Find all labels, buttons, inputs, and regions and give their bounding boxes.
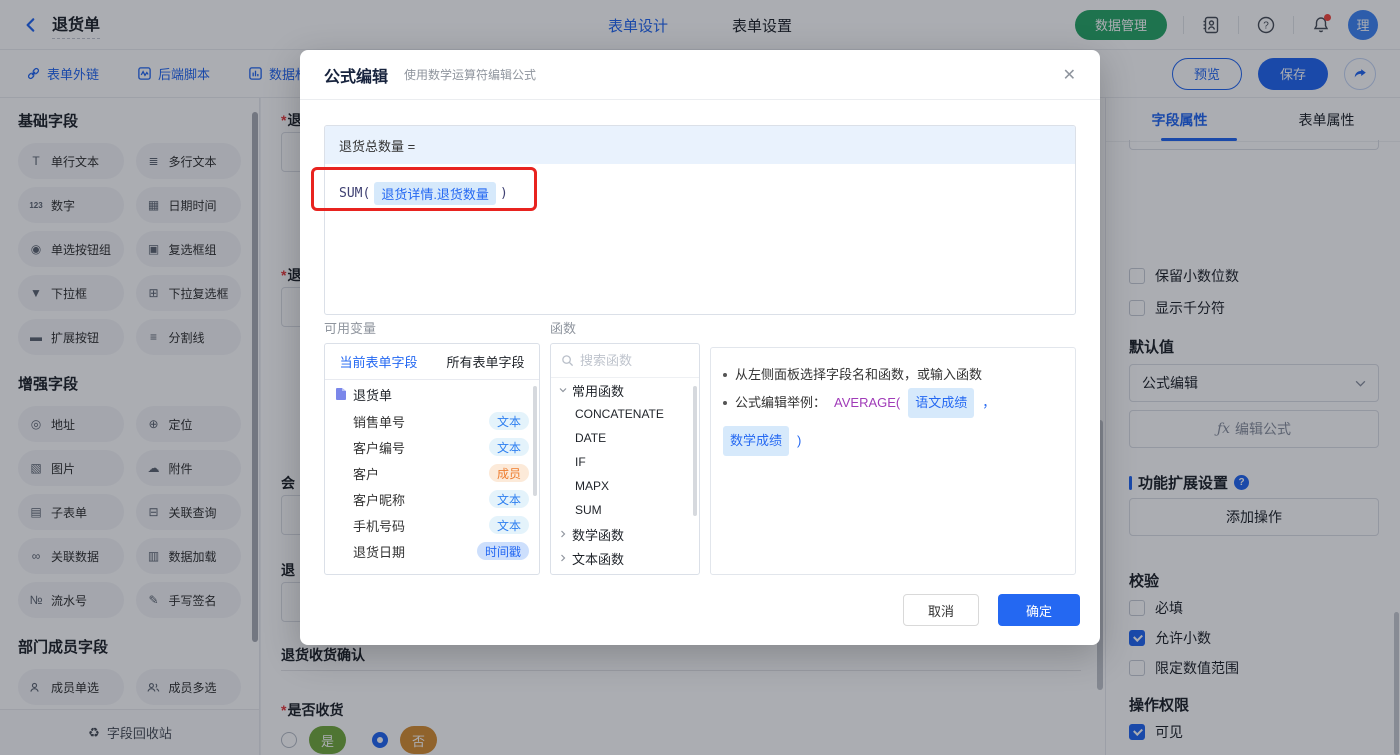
tree-root-form[interactable]: 退货单 [325,380,539,408]
close-paren: ) [499,186,508,201]
tip-line: 公式编辑举例： AVERAGE( 语文成绩 ， 数学成绩 ) [723,388,1063,456]
example-token: 语文成绩 [908,388,975,418]
tips-panel: 从左侧面板选择字段名和函数，或输入函数 公式编辑举例： AVERAGE( 语文成… [710,347,1076,575]
function-item[interactable]: DATE [551,426,699,450]
functions-panel: 常用函数 CONCATENATE DATE IF MAPX SUM 数学函数 文… [550,343,700,575]
functions-scrollbar[interactable] [693,386,697,516]
type-badge: 文本 [488,438,529,456]
formula-expression[interactable]: SUM( 退货详情.退货数量 ) [325,164,1075,223]
function-item[interactable]: CONCATENATE [551,402,699,426]
field-token[interactable]: 退货详情.退货数量 [374,182,496,205]
function-item[interactable]: IF [551,450,699,474]
tip-line: 从左侧面板选择字段名和函数，或输入函数 [723,362,1063,388]
function-search-input[interactable] [580,353,680,368]
type-badge: 文本 [488,516,529,534]
variable-row[interactable]: 客户编号 文本 [325,434,539,460]
tab-current-form-fields[interactable]: 当前表单字段 [325,352,432,371]
variable-row[interactable]: 手机号码 文本 [325,512,539,538]
type-badge: 文本 [488,412,529,430]
cancel-button[interactable]: 取消 [903,594,979,626]
modal-subtitle: 使用数学运算符编辑公式 [404,68,537,82]
function-item[interactable]: SUM [551,498,699,522]
bullet-icon [723,373,727,377]
variables-label: 可用变量 [324,321,377,336]
search-icon [562,355,574,367]
modal-title: 公式编辑 [324,68,389,86]
app-screen: 退货单 表单设计 表单设置 数据管理 ? 理 表单外链 后端脚本 数据权 预览 … [0,0,1400,755]
confirm-button[interactable]: 确定 [998,594,1080,626]
function-search [551,344,699,378]
close-icon[interactable]: ✕ [1063,65,1076,85]
bullet-icon [723,401,727,405]
function-item[interactable]: MAPX [551,474,699,498]
document-icon [336,388,346,400]
modal-header: 公式编辑 使用数学运算符编辑公式 ✕ [300,50,1100,100]
variables-panel: 当前表单字段 所有表单字段 退货单 销售单号 文本 客户编号 文本 客户 成员 客户昵… [324,343,540,575]
variables-scrollbar[interactable] [533,386,537,496]
variable-row[interactable]: 销售单号 文本 [325,408,539,434]
example-function-name: AVERAGE( [834,395,901,410]
variable-row[interactable]: 退货日期 时间戳 [325,538,539,564]
example-token: 数学成绩 [723,426,790,456]
variables-tabs: 当前表单字段 所有表单字段 [325,344,539,380]
function-group-math[interactable]: 数学函数 [551,522,699,546]
formula-target-label: 退货总数量 = [325,126,1075,164]
function-name: SUM( [339,186,371,201]
chevron-right-icon [561,530,566,538]
variable-row[interactable]: 客户 成员 [325,460,539,486]
functions-label: 函数 [550,321,577,336]
function-group-text[interactable]: 文本函数 [551,546,699,570]
type-badge: 时间戳 [476,542,529,560]
type-badge: 成员 [488,464,529,482]
formula-editor-area[interactable]: 退货总数量 = SUM( 退货详情.退货数量 ) [324,125,1076,315]
chevron-down-icon [559,388,567,393]
tab-all-form-fields[interactable]: 所有表单字段 [432,352,539,371]
formula-edit-modal: 公式编辑 使用数学运算符编辑公式 ✕ 退货总数量 = SUM( 退货详情.退货数… [300,50,1100,645]
function-group-common[interactable]: 常用函数 [551,378,699,402]
chevron-right-icon [561,554,566,562]
type-badge: 文本 [488,490,529,508]
variable-row[interactable]: 客户昵称 文本 [325,486,539,512]
